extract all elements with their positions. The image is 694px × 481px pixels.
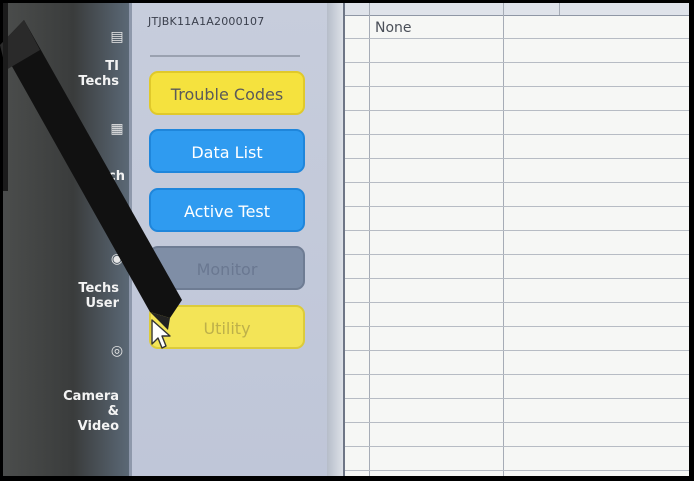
column-divider — [559, 3, 560, 15]
table-row-divider — [345, 446, 689, 447]
table-row-divider — [345, 158, 689, 159]
column-divider — [369, 3, 370, 476]
document-icon[interactable]: ▦ — [109, 121, 125, 137]
table-row-divider — [345, 326, 689, 327]
desktop-item-label: Techs — [78, 281, 119, 296]
vin-label: JTJBK11A1A2000107 — [148, 15, 265, 28]
trouble-codes-button[interactable]: Trouble Codes — [149, 71, 305, 115]
column-divider — [503, 3, 504, 476]
photo-frame: ▤ TI Techs ▦ ch ◉ Techs User ◎ Camera & … — [3, 3, 689, 476]
desktop-item-label: Camera — [63, 389, 119, 404]
table-header — [345, 3, 689, 16]
table-row-divider — [345, 134, 689, 135]
table-row-divider — [345, 350, 689, 351]
monitor-button[interactable]: Monitor — [149, 246, 305, 290]
table-row-divider — [345, 110, 689, 111]
data-list-button[interactable]: Data List — [149, 129, 305, 173]
desktop-item-camera-video[interactable]: Camera & Video — [63, 389, 119, 434]
table-row-divider — [345, 254, 689, 255]
desktop-item-sub: User — [85, 296, 119, 311]
left-nav-panel: JTJBK11A1A2000107 Trouble Codes Data Lis… — [129, 3, 330, 476]
utility-button[interactable]: Utility — [149, 305, 305, 349]
panel-divider — [150, 55, 300, 57]
table-row-divider — [345, 230, 689, 231]
table-row-divider — [345, 62, 689, 63]
table-row-divider — [345, 206, 689, 207]
desktop-item-partial: ch — [108, 169, 125, 184]
inset-border — [3, 3, 8, 191]
desktop-item-label: TI — [105, 59, 119, 74]
table-row-divider — [345, 374, 689, 375]
app-icon[interactable]: ▤ — [109, 29, 125, 45]
trouble-code-table: None — [345, 3, 689, 476]
table-row-divider — [345, 86, 689, 87]
desktop-item-techstream-user[interactable]: Techs User — [63, 281, 119, 311]
desktop-background: ▤ TI Techs ▦ ch ◉ Techs User ◎ Camera & … — [3, 3, 131, 476]
mouse-pointer-icon — [151, 319, 171, 349]
table-cell-code[interactable]: None — [375, 20, 412, 36]
table-row-divider — [345, 422, 689, 423]
user-icon[interactable]: ◉ — [109, 251, 125, 267]
active-test-button[interactable]: Active Test — [149, 188, 305, 232]
camera-icon[interactable]: ◎ — [109, 343, 125, 359]
table-row-divider — [345, 278, 689, 279]
desktop-item-sub: Techs — [78, 74, 119, 89]
desktop-item-ti[interactable]: TI Techs — [63, 59, 119, 89]
table-row-divider — [345, 398, 689, 399]
table-row-divider — [345, 302, 689, 303]
table-row-divider — [345, 470, 689, 471]
table-row-divider — [345, 38, 689, 39]
table-row-divider — [345, 182, 689, 183]
desktop-item-sub: & Video — [77, 404, 119, 434]
panel-separator — [327, 3, 345, 476]
